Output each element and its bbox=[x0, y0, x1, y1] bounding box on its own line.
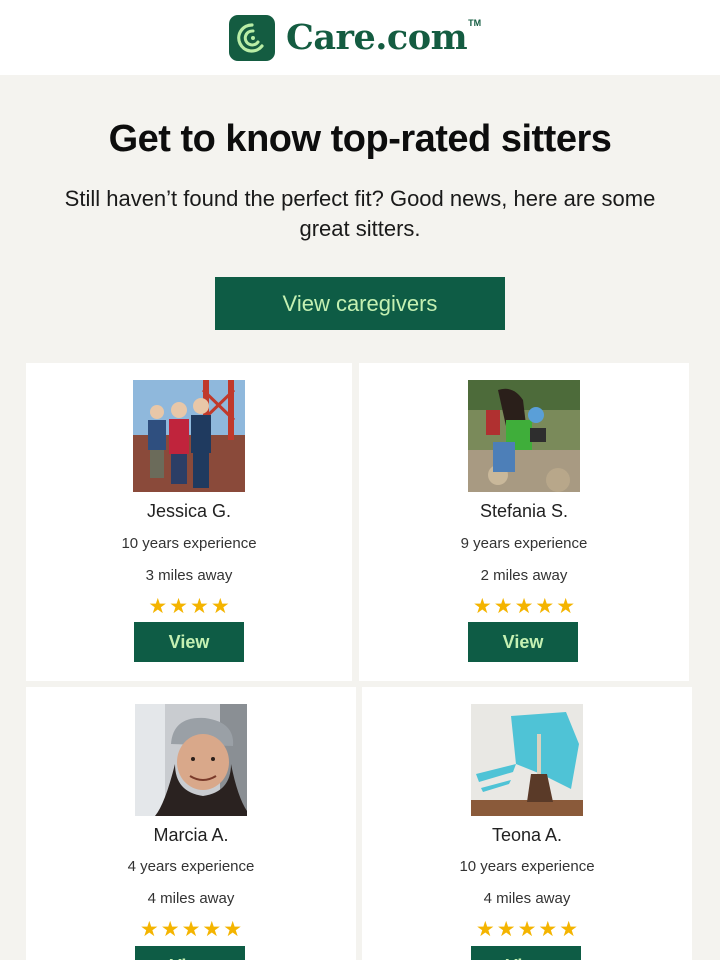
sitter-distance: 2 miles away bbox=[480, 567, 568, 584]
star-icon: ★ bbox=[496, 918, 516, 941]
sitter-photo bbox=[468, 380, 580, 492]
sitter-photo bbox=[471, 704, 583, 816]
sitter-name: Marcia A. bbox=[153, 825, 229, 845]
view-sitter-button[interactable]: View bbox=[468, 622, 578, 662]
star-icon: ★ bbox=[559, 918, 579, 941]
view-sitter-button[interactable]: View bbox=[135, 946, 245, 960]
trademark: TM bbox=[468, 18, 482, 28]
sitter-distance: 3 miles away bbox=[145, 567, 233, 584]
star-icon: ★ bbox=[190, 595, 209, 618]
view-sitter-button[interactable]: View bbox=[134, 622, 244, 662]
star-icon: ★ bbox=[139, 918, 159, 941]
sitter-photo bbox=[133, 380, 245, 492]
star-icon: ★ bbox=[223, 918, 243, 941]
care-logo[interactable]: Care.com TM bbox=[229, 15, 481, 61]
star-icon: ★ bbox=[493, 595, 513, 618]
star-icon: ★ bbox=[148, 595, 168, 618]
sitter-experience: 4 years experience bbox=[127, 858, 255, 875]
view-sitter-button[interactable]: View bbox=[471, 946, 581, 960]
page-subtitle: Still haven’t found the perfect fit? Goo… bbox=[64, 186, 656, 241]
star-icon: ★ bbox=[517, 918, 537, 941]
star-icon: ★ bbox=[535, 595, 555, 618]
care-logo-icon bbox=[229, 15, 275, 61]
star-rating: ★ ★ ★ ★ ★ bbox=[26, 919, 356, 940]
email-header: Care.com TM bbox=[0, 0, 720, 75]
star-rating: ★ ★ ★ ★ ★ bbox=[359, 596, 689, 617]
star-icon: ★ bbox=[169, 595, 188, 618]
sitter-experience: 10 years experience bbox=[121, 535, 257, 552]
star-rating: ★ ★ ★ ★ bbox=[26, 596, 352, 617]
sitter-experience: 10 years experience bbox=[459, 858, 595, 875]
star-icon: ★ bbox=[514, 595, 534, 618]
sitter-name: Teona A. bbox=[491, 825, 563, 845]
star-icon: ★ bbox=[210, 595, 230, 618]
page-title: Get to know top-rated sitters bbox=[108, 118, 612, 160]
sitter-name: Jessica G. bbox=[146, 501, 232, 521]
brand-name: Care.com bbox=[286, 16, 468, 58]
sitter-card: Jessica G. 10 years experience 3 miles a… bbox=[26, 363, 352, 681]
sitter-experience: 9 years experience bbox=[460, 535, 588, 552]
sitter-distance: 4 miles away bbox=[147, 890, 235, 907]
sitter-name: Stefania S. bbox=[479, 501, 569, 521]
star-icon: ★ bbox=[538, 918, 558, 941]
sitter-photo bbox=[135, 704, 247, 816]
sitter-distance: 4 miles away bbox=[483, 890, 571, 907]
star-icon: ★ bbox=[181, 918, 201, 941]
star-icon: ★ bbox=[160, 918, 180, 941]
star-icon: ★ bbox=[556, 595, 576, 618]
sitter-card: Stefania S. 9 years experience 2 miles a… bbox=[359, 363, 689, 681]
sitter-card: Teona A. 10 years experience 4 miles awa… bbox=[362, 687, 692, 960]
sitter-card: Marcia A. 4 years experience 4 miles awa… bbox=[26, 687, 356, 960]
view-caregivers-button[interactable]: View caregivers bbox=[215, 277, 505, 330]
star-icon: ★ bbox=[472, 595, 492, 618]
star-icon: ★ bbox=[202, 918, 222, 941]
star-rating: ★ ★ ★ ★ ★ bbox=[362, 919, 692, 940]
star-icon: ★ bbox=[475, 918, 495, 941]
